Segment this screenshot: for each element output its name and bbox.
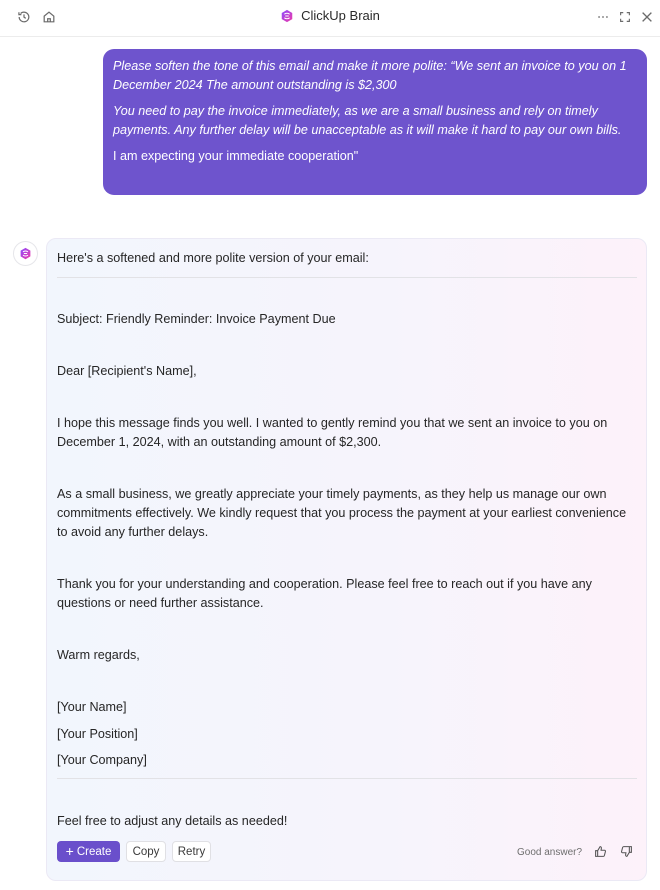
user-message-bubble: Please soften the tone of this email and… bbox=[103, 49, 647, 195]
user-message-paragraph: Please soften the tone of this email and… bbox=[113, 59, 627, 92]
retry-button[interactable]: Retry bbox=[172, 841, 211, 862]
signature-position: [Your Position] bbox=[57, 727, 138, 741]
thumbs-down-icon[interactable] bbox=[618, 843, 634, 859]
expand-icon[interactable] bbox=[617, 9, 633, 25]
answer-outro: Feel free to adjust any details as neede… bbox=[57, 814, 288, 828]
email-subject: Subject: Friendly Reminder: Invoice Paym… bbox=[57, 312, 336, 326]
email-paragraph: As a small business, we greatly apprecia… bbox=[57, 487, 627, 539]
email-paragraph: I hope this message finds you well. I wa… bbox=[57, 416, 608, 449]
signature-company: [Your Company] bbox=[57, 753, 147, 767]
more-icon[interactable] bbox=[595, 9, 611, 25]
title-area: ClickUp Brain bbox=[0, 8, 660, 23]
divider bbox=[57, 277, 637, 278]
email-greeting: Dear [Recipient's Name], bbox=[57, 364, 197, 378]
history-icon[interactable] bbox=[16, 9, 32, 25]
clickup-brain-logo-icon bbox=[281, 9, 293, 22]
create-button[interactable]: + Create bbox=[57, 841, 120, 862]
create-button-label: Create bbox=[76, 845, 112, 858]
answer-intro: Here's a softened and more polite versio… bbox=[57, 251, 369, 265]
email-closing: Warm regards, bbox=[57, 648, 140, 662]
copy-button[interactable]: Copy bbox=[126, 841, 166, 862]
divider bbox=[57, 778, 637, 779]
close-icon[interactable] bbox=[639, 9, 655, 25]
email-paragraph: Thank you for your understanding and coo… bbox=[57, 577, 592, 610]
assistant-answer-card: Here's a softened and more polite versio… bbox=[46, 238, 647, 881]
window-title: ClickUp Brain bbox=[301, 8, 380, 23]
assistant-avatar bbox=[13, 241, 38, 266]
header-bar: ClickUp Brain bbox=[0, 0, 660, 37]
signature-name: [Your Name] bbox=[57, 700, 127, 714]
user-message-paragraph: I am expecting your immediate cooperatio… bbox=[113, 149, 359, 163]
plus-icon: + bbox=[65, 843, 74, 859]
feedback-label: Good answer? bbox=[517, 847, 583, 858]
user-message-paragraph: You need to pay the invoice immediately,… bbox=[113, 104, 622, 137]
clickup-brain-avatar-icon bbox=[20, 247, 31, 260]
thumbs-up-icon[interactable] bbox=[592, 843, 608, 859]
home-icon[interactable] bbox=[41, 9, 57, 25]
